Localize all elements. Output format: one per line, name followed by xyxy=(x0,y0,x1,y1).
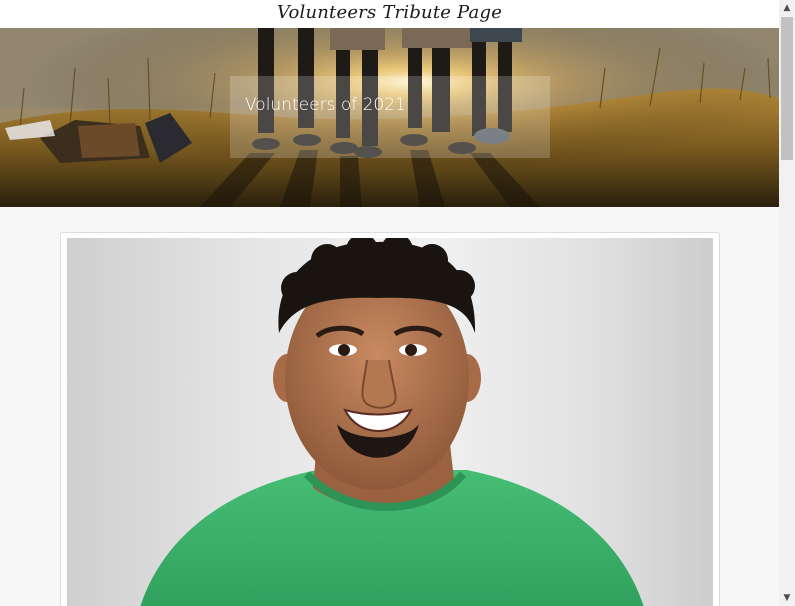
hero-banner: Volunteers of 2021 xyxy=(0,28,779,207)
hero-heading: Volunteers of 2021 xyxy=(245,95,406,115)
page-viewport: Volunteers Tribute Page Volunteers of 20… xyxy=(0,0,779,606)
volunteer-photo xyxy=(67,238,713,606)
scrollbar-thumb[interactable] xyxy=(781,17,793,160)
scroll-up-arrow-icon[interactable]: ▲ xyxy=(779,0,795,16)
scroll-down-arrow-icon[interactable]: ▼ xyxy=(779,590,795,606)
page-title: Volunteers Tribute Page xyxy=(276,2,503,23)
volunteer-portrait-image xyxy=(140,238,644,606)
title-bar: Volunteers Tribute Page xyxy=(0,0,779,28)
hero-heading-overlay xyxy=(230,76,550,158)
vertical-scrollbar[interactable]: ▲ ▼ xyxy=(779,0,795,606)
